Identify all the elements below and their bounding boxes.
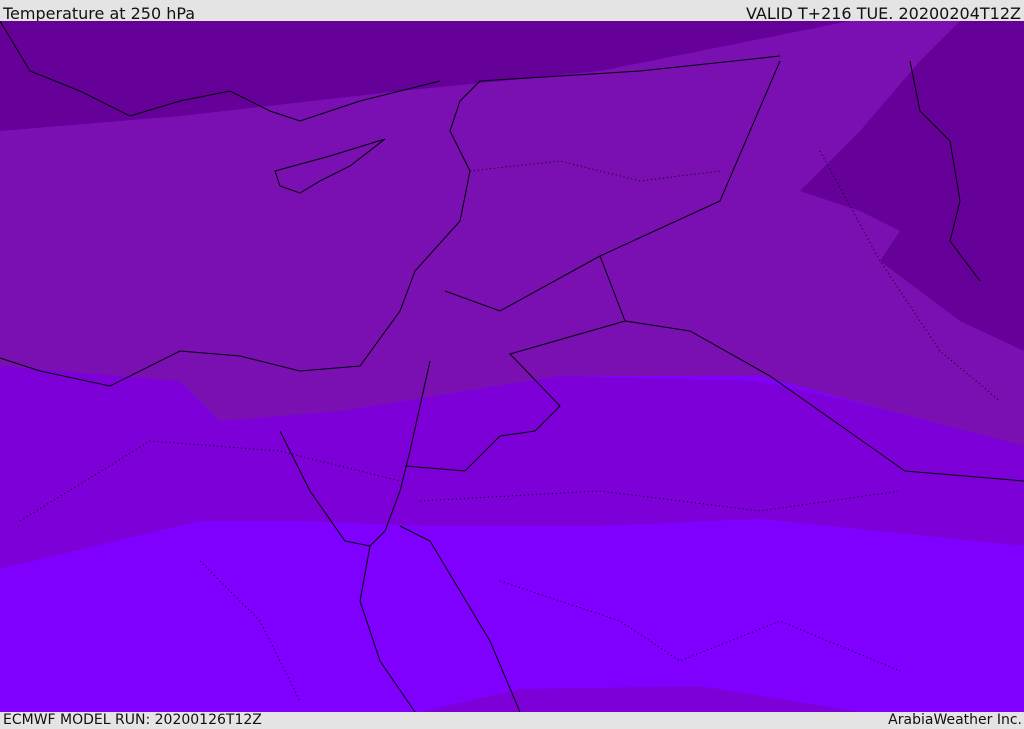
model-run: ECMWF MODEL RUN: 20200126T12Z	[3, 712, 262, 728]
header-bar: Temperature at 250 hPa VALID T+216 TUE. …	[0, 0, 1024, 23]
footer-bar: ECMWF MODEL RUN: 20200126T12Z ArabiaWeat…	[0, 712, 1024, 729]
credit: ArabiaWeather Inc.	[888, 712, 1022, 728]
temperature-map	[0, 21, 1024, 712]
